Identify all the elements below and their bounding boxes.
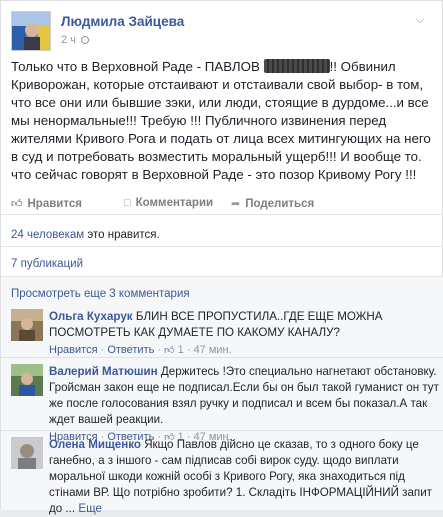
share-icon: ➦: [231, 198, 241, 210]
commenter-name[interactable]: Олена Мищенко: [49, 438, 141, 451]
commenter-avatar[interactable]: [11, 309, 43, 341]
post-text-part1: Только что в Верховной Раде - ПАВЛОВ: [11, 59, 260, 74]
post-text-part2: !! Обвинил Криворожан, которые отстаиваю…: [11, 59, 431, 182]
likes-suffix: это нравится.: [84, 229, 160, 241]
shares-summary: 7 публикаций: [1, 255, 443, 277]
comment-meta: Нравится · Ответить · 👍︎ 1 · 47 мин.: [49, 344, 232, 356]
thumbs-up-icon: 👍︎: [11, 198, 23, 210]
likes-summary: 24 человекам это нравится.: [1, 225, 443, 247]
post-timestamp[interactable]: 2 ч: [61, 34, 89, 46]
share-button[interactable]: ➦ Поделиться: [231, 197, 314, 210]
comment-label: Комментарии: [135, 197, 214, 209]
divider: [1, 430, 443, 431]
shares-link[interactable]: 7 публикаций: [11, 258, 83, 270]
comment-body: Олена Мищенко Якщо Павлов дійсно це сказ…: [49, 437, 441, 517]
post-card: Людмила Зайцева 2 ч ⌵ Только что в Верхо…: [0, 0, 443, 515]
comment-like-count: 1: [177, 344, 184, 356]
post-header: Людмила Зайцева 2 ч ⌵: [11, 11, 431, 51]
like-button[interactable]: 👍︎ Нравится: [11, 197, 82, 210]
comment-time[interactable]: 47 мин.: [194, 344, 232, 356]
post-text: Только что в Верховной Раде - ПАВЛОВ !! …: [11, 58, 436, 184]
commenter-avatar[interactable]: [11, 437, 43, 469]
comment-body: Валерий Матюшин Держитесь !Это специальн…: [49, 364, 441, 428]
globe-icon: [80, 36, 89, 44]
comment-reply-link[interactable]: Ответить: [107, 344, 154, 356]
redacted-name: [263, 59, 330, 73]
comment-like-link[interactable]: Нравится: [49, 344, 98, 356]
commenter-name[interactable]: Ольга Кухарук: [49, 310, 133, 323]
thumbs-up-icon: 👍︎: [164, 345, 175, 356]
view-more-comments-link[interactable]: Просмотреть еще 3 комментария: [11, 288, 190, 300]
chevron-down-icon[interactable]: ⌵: [413, 15, 427, 26]
timestamp-text: 2 ч: [61, 34, 76, 46]
comment-icon: □: [124, 197, 131, 209]
likes-text: 24 человекам это нравится.: [11, 229, 160, 241]
post-actions: 👍︎ Нравится □ Комментарии ➦ Поделиться: [1, 193, 443, 215]
author-avatar[interactable]: [11, 11, 51, 51]
likes-count-link[interactable]: 24 человекам: [11, 229, 84, 241]
commenter-avatar[interactable]: [11, 364, 43, 396]
like-label: Нравится: [27, 198, 82, 210]
author-name[interactable]: Людмила Зайцева: [61, 14, 184, 29]
share-label: Поделиться: [245, 198, 315, 210]
comment-button[interactable]: □ Комментарии: [124, 197, 213, 209]
commenter-name[interactable]: Валерий Матюшин: [49, 365, 158, 378]
comment-body: Ольга Кухарук БЛИН ВСЕ ПРОПУСТИЛА..ГДЕ Е…: [49, 309, 441, 341]
comments-section: Просмотреть еще 3 комментария Ольга Куха…: [1, 277, 443, 515]
divider: [1, 357, 443, 358]
